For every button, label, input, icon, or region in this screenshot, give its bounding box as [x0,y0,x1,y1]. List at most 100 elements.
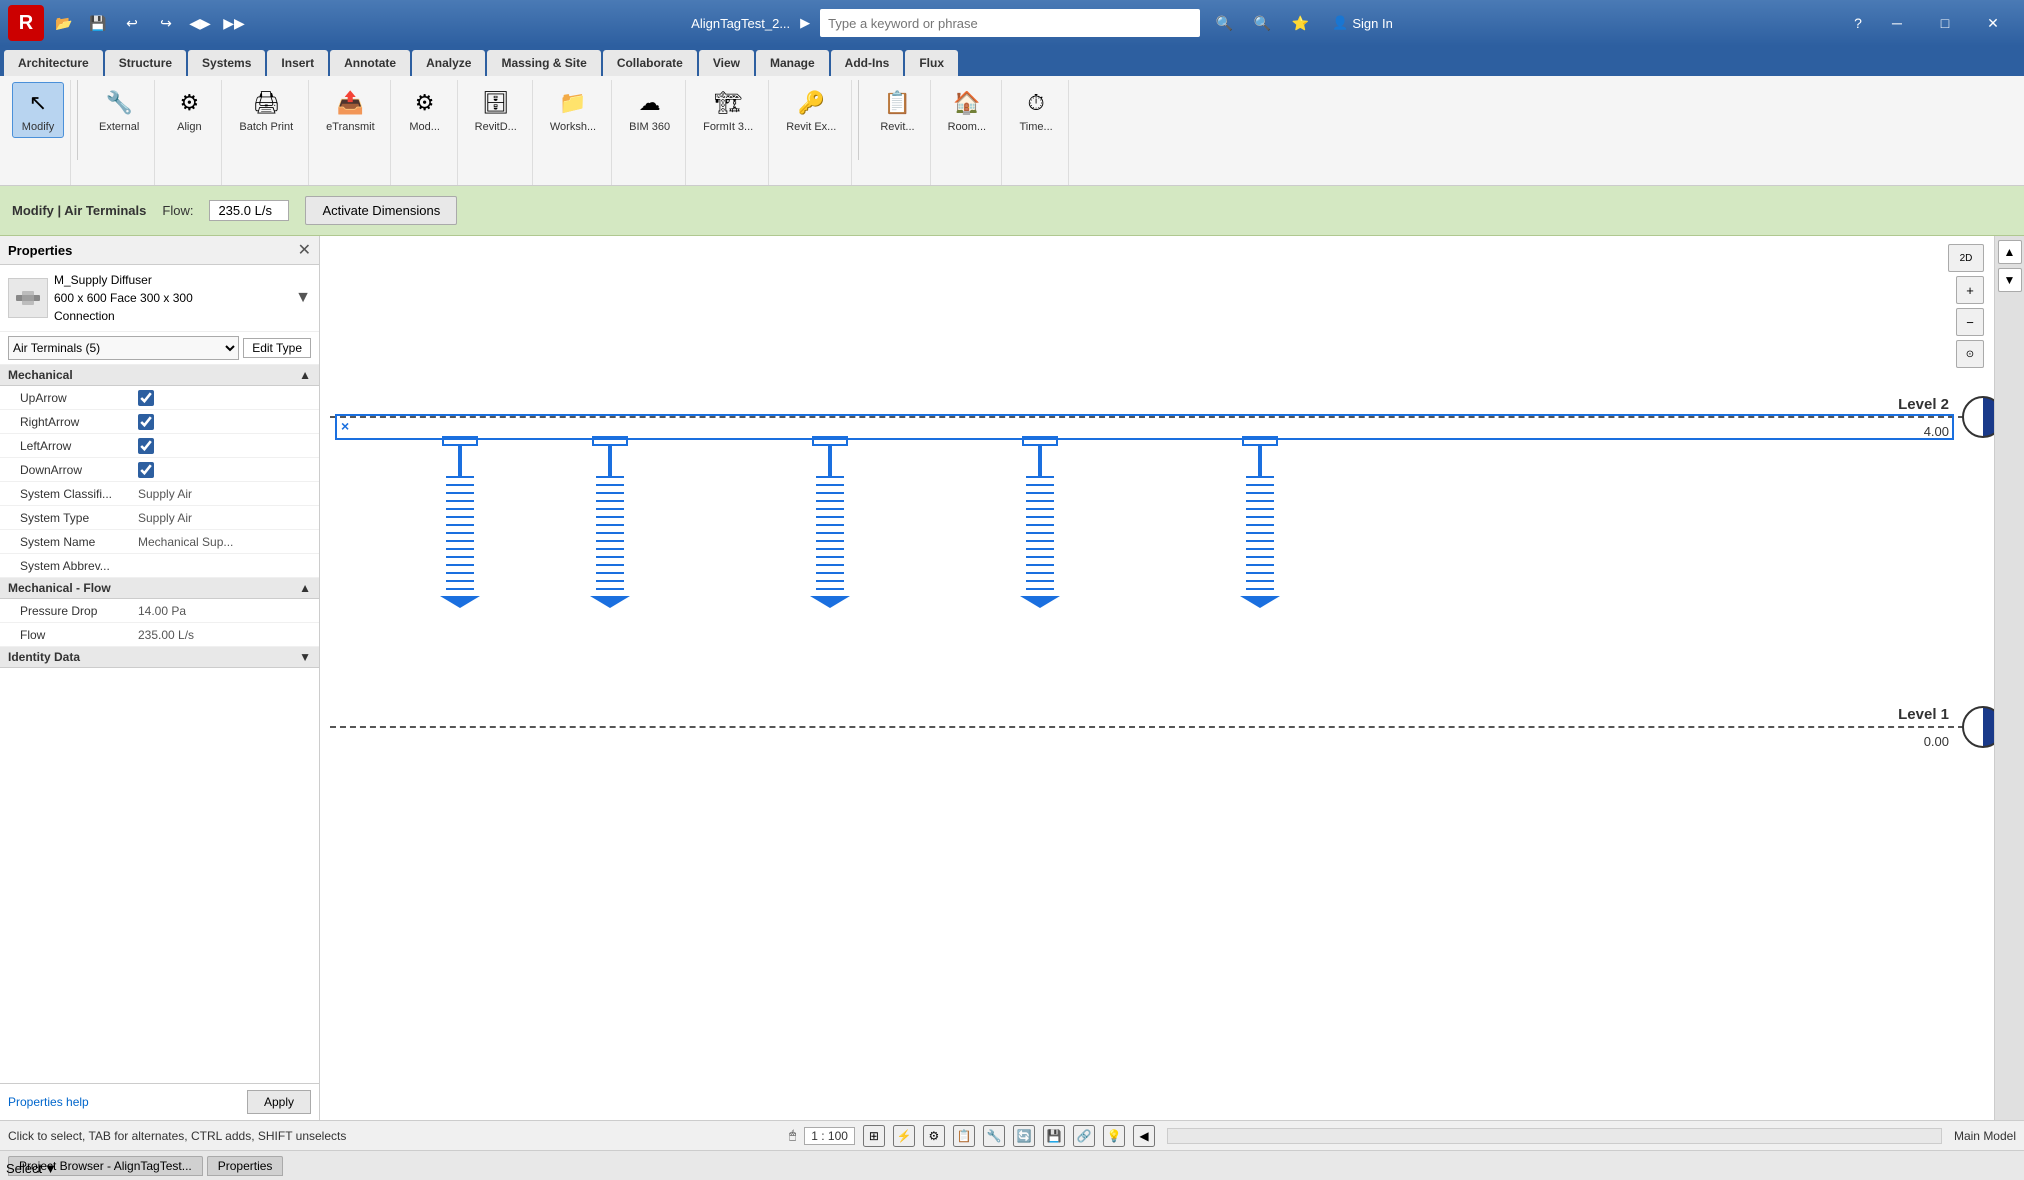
tab-flux[interactable]: Flux [905,50,958,76]
view-zoom-in-btn[interactable]: + [1956,276,1984,304]
tab-architecture[interactable]: Architecture [4,50,103,76]
chevron-left-btn[interactable]: ◀ [1133,1125,1155,1147]
apply-btn[interactable]: Apply [247,1090,311,1114]
revit-btn[interactable]: 📋 Revit... [871,82,923,138]
align-btn[interactable]: ⚙ Align [163,82,215,138]
uparrow-checkbox[interactable] [138,390,154,406]
systype-value: Supply Air [138,511,311,525]
activate-dimensions-btn[interactable]: Activate Dimensions [305,196,457,225]
ribbon-group-align: ⚙ Align [157,80,222,185]
view-orbit-btn[interactable]: ⊙ [1956,340,1984,368]
ribbon-group-revit: 📋 Revit... [865,80,930,185]
tab-addins[interactable]: Add-Ins [831,50,904,76]
nav-up-btn[interactable]: ▲ [1998,240,2022,264]
progress-bar [1167,1128,1942,1144]
external-btn[interactable]: 🔧 External [90,82,148,138]
formit-btn[interactable]: 🏗 FormIt 3... [694,82,762,138]
filter-btn[interactable]: 🔧 [983,1125,1005,1147]
select-btn[interactable]: Select ▼ [6,1161,57,1176]
modify-label: Modify [22,121,54,133]
tab-collaborate[interactable]: Collaborate [603,50,697,76]
worksets-btn[interactable]: 📋 [953,1125,975,1147]
grid-btn[interactable]: ⊞ [863,1125,885,1147]
sysabbrev-label: System Abbrev... [8,559,138,573]
bim360-label: BIM 360 [629,121,670,133]
props-scroll[interactable]: Mechanical ▲ UpArrow RightArrow LeftArro… [0,365,319,1083]
qat-save[interactable]: 💾 [84,9,112,37]
design-opts-btn[interactable]: ⚙ [923,1125,945,1147]
flow-value[interactable]: 235.0 L/s [209,200,289,221]
help-btn[interactable]: ? [1844,9,1872,37]
search-options-btn[interactable]: 🔍 [1210,9,1238,37]
downarrow-checkbox[interactable] [138,462,154,478]
batchprint-btn[interactable]: 🖨 Batch Print [230,82,302,138]
minimize-btn[interactable]: ─ [1874,0,1920,46]
leftarrow-label: LeftArrow [8,439,138,453]
terminal4-base [1020,596,1060,608]
tab-view[interactable]: View [699,50,754,76]
bim360-btn[interactable]: ☁ BIM 360 [620,82,679,138]
rightarrow-checkbox[interactable] [138,414,154,430]
save-local-btn[interactable]: 💾 [1043,1125,1065,1147]
ribbon-group-bim360: ☁ BIM 360 [614,80,686,185]
sysname-label: System Name [8,535,138,549]
tab-systems[interactable]: Systems [188,50,265,76]
qat-measure[interactable]: ◀▶ [186,9,214,37]
terminal1-diffuser [446,476,474,596]
view-zoom-out-btn[interactable]: − [1956,308,1984,336]
feature-search-btn[interactable]: 🔍 [1248,9,1276,37]
star-btn[interactable]: ⭐ [1286,9,1314,37]
air-terminal-1 [440,436,480,608]
search-box[interactable] [820,9,1200,37]
sync-btn[interactable]: 🔄 [1013,1125,1035,1147]
lights-btn[interactable]: 💡 [1103,1125,1125,1147]
room-btn[interactable]: 🏠 Room... [939,82,996,138]
ribbon-group-revitd: 🗄 RevitD... [460,80,533,185]
props-close-btn[interactable]: ✕ [298,240,311,260]
sign-in-btn[interactable]: 👤 Sign In [1324,11,1401,35]
maximize-btn[interactable]: □ [1922,0,1968,46]
linked-files-btn[interactable]: 🔗 [1073,1125,1095,1147]
revitex-btn[interactable]: 🔑 Revit Ex... [777,82,845,138]
view-2d-btn[interactable]: 2D [1948,244,1984,272]
revitd-btn[interactable]: 🗄 RevitD... [466,82,526,138]
bottom-tab-properties[interactable]: Properties [207,1156,284,1176]
mod-btn[interactable]: ⚙ Mod... [399,82,451,138]
instance-select[interactable]: Air Terminals (5) [8,336,239,360]
type-dropdown-btn[interactable]: ▼ [295,289,311,307]
time-label: Time... [1019,121,1052,133]
qat-more[interactable]: ▶▶ [220,9,248,37]
canvas-area[interactable]: Level 2 4.00 Level 1 0.00 × [320,236,2024,1120]
tab-massing[interactable]: Massing & Site [487,50,600,76]
close-btn[interactable]: ✕ [1970,0,2016,46]
props-header: Properties ✕ [0,236,319,265]
section-identity[interactable]: Identity Data ▼ [0,647,319,668]
snap-btn[interactable]: ⚡ [893,1125,915,1147]
terminal3-base [810,596,850,608]
worksh-btn[interactable]: 📁 Worksh... [541,82,605,138]
ribbon-group-worksh: 📁 Worksh... [535,80,612,185]
qat-open[interactable]: 📂 [50,9,78,37]
etransmit-btn[interactable]: 📤 eTransmit [317,82,384,138]
tab-manage[interactable]: Manage [756,50,829,76]
modify-btn[interactable]: ↖ Modify [12,82,64,138]
file-arrow[interactable]: ▶ [800,15,810,31]
tab-insert[interactable]: Insert [267,50,328,76]
qat-redo[interactable]: ↪ [152,9,180,37]
section-mechanical[interactable]: Mechanical ▲ [0,365,319,386]
qat-undo[interactable]: ↩ [118,9,146,37]
tab-annotate[interactable]: Annotate [330,50,410,76]
ribbon-separator-1 [77,80,78,160]
leftarrow-checkbox[interactable] [138,438,154,454]
time-btn[interactable]: ⏱ Time... [1010,82,1062,138]
edit-type-btn[interactable]: Edit Type [243,338,311,358]
scale-indicator[interactable]: 1 : 100 [804,1127,855,1145]
tab-structure[interactable]: Structure [105,50,186,76]
props-help-link[interactable]: Properties help [8,1095,89,1109]
search-input[interactable] [828,16,1192,31]
tab-analyze[interactable]: Analyze [412,50,485,76]
section-mechflow[interactable]: Mechanical - Flow ▲ [0,578,319,599]
props-row-pressuredrop: Pressure Drop 14.00 Pa [0,599,319,623]
revit-label: Revit... [880,121,914,133]
nav-down-btn[interactable]: ▼ [1998,268,2022,292]
